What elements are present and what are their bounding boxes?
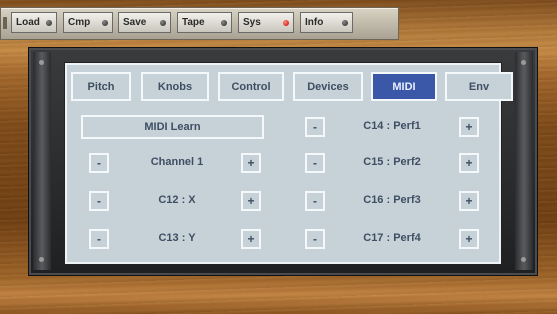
c17-value: C17 : Perf4 (363, 232, 421, 244)
tab-label: MIDI (392, 80, 416, 93)
minus-icon: - (313, 120, 317, 134)
tab-label: Control (231, 80, 271, 93)
midi-learn-label: MIDI Learn (144, 121, 201, 133)
minus-icon: - (97, 232, 101, 246)
c13-plus-button[interactable]: + (241, 229, 261, 249)
load-led-icon (46, 20, 52, 26)
tab-midi[interactable]: MIDI (371, 72, 437, 101)
sys-led-icon (283, 20, 289, 26)
tab-knobs[interactable]: Knobs (141, 72, 209, 101)
screw-icon (521, 60, 526, 65)
screw-icon (521, 257, 526, 262)
plus-icon: + (465, 232, 473, 246)
c17-minus-button[interactable]: - (305, 229, 325, 249)
c15-plus-button[interactable]: + (459, 153, 479, 173)
tab-devices[interactable]: Devices (293, 72, 363, 101)
plus-icon: + (465, 156, 473, 170)
screw-icon (39, 60, 44, 65)
save-label: Save (123, 17, 147, 28)
screw-icon (39, 257, 44, 262)
plus-icon: + (465, 194, 473, 208)
c13-minus-button[interactable]: - (89, 229, 109, 249)
tab-control[interactable]: Control (218, 72, 284, 101)
tab-label: Pitch (87, 80, 115, 93)
c17-plus-button[interactable]: + (459, 229, 479, 249)
save-button[interactable]: Save (118, 12, 171, 33)
toolbar-grip (3, 17, 7, 29)
plus-icon: + (247, 232, 255, 246)
top-toolbar: Load Cmp Save Tape Sys Info (0, 7, 399, 40)
sys-label: Sys (243, 17, 261, 28)
tab-label: Devices (307, 80, 349, 93)
c12-plus-button[interactable]: + (241, 191, 261, 211)
tab-pitch[interactable]: Pitch (71, 72, 131, 101)
c14-minus-button[interactable]: - (305, 117, 325, 137)
cmp-led-icon (102, 20, 108, 26)
cmp-label: Cmp (68, 17, 91, 28)
channel-plus-button[interactable]: + (241, 153, 261, 173)
sys-button[interactable]: Sys (238, 12, 294, 33)
tab-env[interactable]: Env (445, 72, 513, 101)
minus-icon: - (313, 232, 317, 246)
tab-label: Knobs (157, 80, 193, 93)
channel-minus-button[interactable]: - (89, 153, 109, 173)
plus-icon: + (465, 120, 473, 134)
minus-icon: - (97, 156, 101, 170)
info-led-icon (342, 20, 348, 26)
c16-plus-button[interactable]: + (459, 191, 479, 211)
tape-led-icon (221, 20, 227, 26)
info-label: Info (305, 17, 324, 28)
c16-value: C16 : Perf3 (363, 194, 421, 206)
c12-value: C12 : X (158, 194, 196, 206)
c16-minus-button[interactable]: - (305, 191, 325, 211)
channel-value: Channel 1 (150, 156, 204, 168)
cmp-button[interactable]: Cmp (63, 12, 113, 33)
c14-value: C14 : Perf1 (363, 120, 421, 132)
lcd-screen: Pitch Knobs Control Devices MIDI Env MID… (65, 63, 513, 264)
c15-minus-button[interactable]: - (305, 153, 325, 173)
minus-icon: - (313, 156, 317, 170)
c15-value: C15 : Perf2 (363, 156, 421, 168)
load-label: Load (16, 17, 40, 28)
c14-plus-button[interactable]: + (459, 117, 479, 137)
load-button[interactable]: Load (11, 12, 57, 33)
tape-label: Tape (182, 17, 205, 28)
info-button[interactable]: Info (300, 12, 353, 33)
tape-button[interactable]: Tape (177, 12, 232, 33)
plus-icon: + (247, 194, 255, 208)
tab-label: Env (468, 80, 490, 93)
c12-minus-button[interactable]: - (89, 191, 109, 211)
device-panel: Pitch Knobs Control Devices MIDI Env MID… (28, 47, 538, 276)
left-rail (33, 52, 51, 270)
minus-icon: - (313, 194, 317, 208)
c13-value: C13 : Y (158, 232, 196, 244)
plus-icon: + (247, 156, 255, 170)
save-led-icon (160, 20, 166, 26)
midi-learn-button[interactable]: MIDI Learn (81, 115, 264, 139)
minus-icon: - (97, 194, 101, 208)
right-rail (515, 52, 533, 270)
